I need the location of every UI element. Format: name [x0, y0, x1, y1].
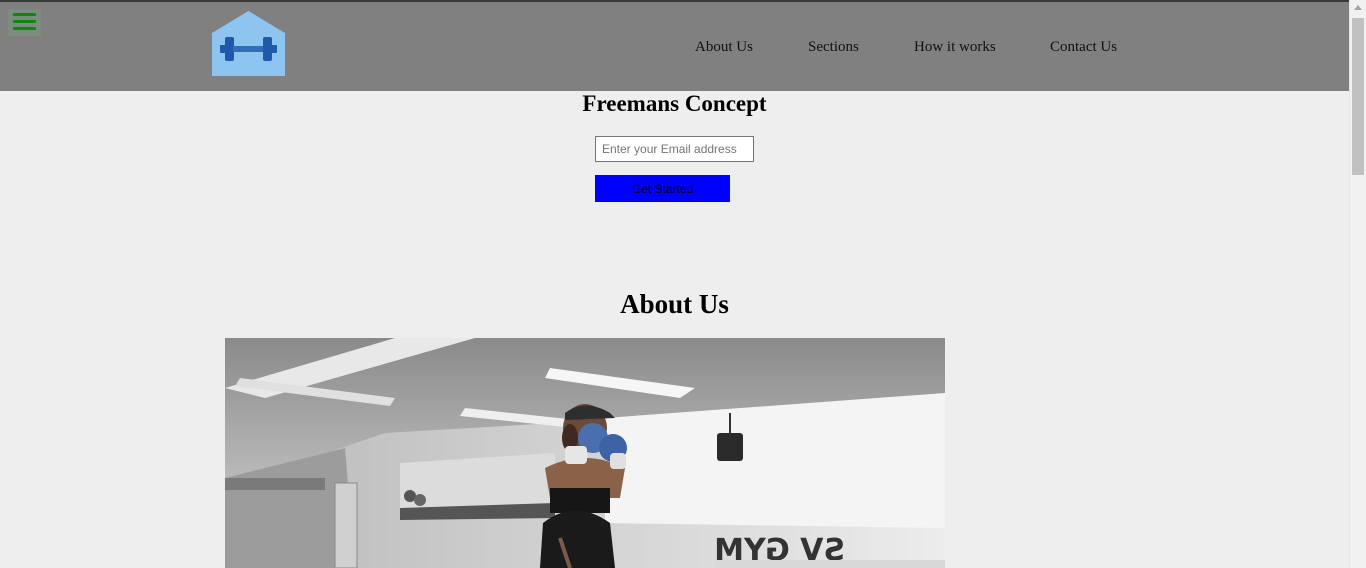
hamburger-menu-icon[interactable] — [8, 9, 41, 36]
nav-link-contact-us[interactable]: Contact Us — [1050, 39, 1117, 56]
scrollbar-thumb[interactable] — [1352, 18, 1364, 175]
scroll-up-arrow-icon[interactable] — [1354, 5, 1362, 10]
site-header: About Us Sections How it works Contact U… — [0, 2, 1349, 91]
page-viewport: About Us Sections How it works Contact U… — [0, 0, 1349, 568]
hero-title: Freemans Concept — [582, 91, 767, 116]
nav-link-sections[interactable]: Sections — [808, 39, 859, 56]
about-section-title: About Us — [620, 289, 729, 319]
vertical-scrollbar[interactable] — [1349, 0, 1366, 568]
main-nav: About Us Sections How it works Contact U… — [0, 39, 1349, 59]
boxer-training-photo: SV GYM — [225, 338, 945, 568]
get-started-button[interactable]: Get Started — [595, 175, 730, 202]
email-input[interactable] — [595, 136, 754, 162]
nav-link-about-us[interactable]: About Us — [695, 39, 753, 56]
nav-link-how-it-works[interactable]: How it works — [914, 39, 996, 56]
about-image: SV GYM — [225, 338, 945, 568]
